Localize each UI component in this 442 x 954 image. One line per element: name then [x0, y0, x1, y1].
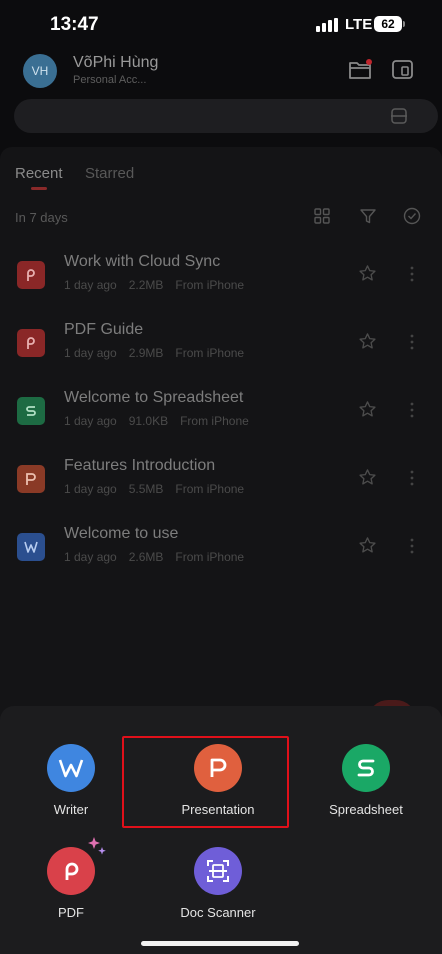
home-indicator: [141, 941, 299, 946]
file-name: Welcome to Spreadsheet: [64, 389, 244, 406]
battery-icon: 62: [374, 16, 402, 32]
file-source: From iPhone: [180, 414, 249, 428]
file-source: From iPhone: [175, 278, 245, 292]
highlight-box: [122, 736, 289, 828]
create-doc-scanner-button[interactable]: Doc Scanner: [153, 847, 283, 920]
file-meta: 1 day ago 91.0KB From iPhone: [64, 414, 261, 428]
file-meta: 1 day ago 2.9MB From iPhone: [64, 346, 256, 360]
presentation-file-icon: [17, 465, 45, 493]
app-label: PDF: [58, 905, 84, 920]
more-icon[interactable]: [404, 264, 420, 284]
writer-file-icon: [17, 533, 45, 561]
file-row[interactable]: Welcome to Spreadsheet 1 day ago 91.0KB Fr…: [0, 388, 442, 456]
network-label: LTE: [345, 16, 373, 33]
file-row[interactable]: PDF Guide 1 day ago 2.9MB From iPhone: [0, 320, 442, 388]
spreadsheet-file-icon: [17, 397, 45, 425]
file-name: Features Introduction: [64, 457, 216, 474]
file-size: 5.5MB: [128, 482, 164, 496]
file-size: 2.6MB: [128, 550, 164, 564]
file-age: 1 day ago: [64, 482, 117, 496]
search-bar[interactable]: [14, 99, 438, 133]
status-bar: 13:47 LTE 62: [0, 0, 442, 48]
file-size: 2.2MB: [128, 278, 164, 292]
star-icon[interactable]: [358, 332, 377, 351]
create-writer-button[interactable]: Writer: [6, 744, 136, 817]
app-label: Doc Scanner: [180, 905, 256, 920]
device-icon[interactable]: [390, 58, 416, 82]
tab-recent[interactable]: Recent: [15, 165, 63, 182]
file-size: 91.0KB: [128, 414, 169, 428]
app-label: Spreadsheet: [329, 802, 403, 817]
file-name: Welcome to use: [64, 525, 179, 542]
battery-tip: [403, 21, 405, 27]
sparkle-icon: [88, 837, 106, 855]
account-type: Personal Acc...: [73, 74, 147, 86]
more-icon[interactable]: [404, 536, 420, 556]
file-age: 1 day ago: [64, 346, 117, 360]
folder-icon[interactable]: [348, 58, 374, 82]
signal-icon: [316, 18, 338, 32]
file-age: 1 day ago: [64, 550, 117, 564]
file-source: From iPhone: [175, 550, 245, 564]
create-pdf-button[interactable]: PDF: [6, 847, 136, 920]
file-meta: 1 day ago 2.6MB From iPhone: [64, 550, 256, 564]
file-source: From iPhone: [175, 346, 245, 360]
file-age: 1 day ago: [64, 414, 117, 428]
spreadsheet-icon: [342, 744, 390, 792]
file-meta: 1 day ago 2.2MB From iPhone: [64, 278, 256, 292]
more-icon[interactable]: [404, 400, 420, 420]
create-spreadsheet-button[interactable]: Spreadsheet: [301, 744, 431, 817]
avatar[interactable]: VH: [23, 54, 57, 88]
writer-icon: [47, 744, 95, 792]
star-icon[interactable]: [358, 264, 377, 283]
select-icon[interactable]: [403, 207, 421, 225]
tab-indicator: [31, 187, 47, 190]
file-name: PDF Guide: [64, 321, 144, 338]
star-icon[interactable]: [358, 536, 377, 555]
filter-icon[interactable]: [359, 207, 377, 225]
file-row[interactable]: Features Introduction 1 day ago 5.5MB From…: [0, 456, 442, 524]
pdf-file-icon: [17, 261, 45, 289]
more-icon[interactable]: [404, 468, 420, 488]
doc-scanner-icon: [194, 847, 242, 895]
file-source: From iPhone: [175, 482, 245, 496]
star-icon[interactable]: [358, 468, 377, 487]
file-row[interactable]: Work with Cloud Sync 1 day ago 2.2MB From …: [0, 252, 442, 320]
file-size: 2.9MB: [128, 346, 164, 360]
file-age: 1 day ago: [64, 278, 117, 292]
status-time: 13:47: [50, 14, 99, 35]
user-name[interactable]: VõPhi Hùng: [73, 54, 158, 72]
scan-icon[interactable]: [390, 107, 408, 125]
file-row[interactable]: Welcome to use 1 day ago 2.6MB From iPhone: [0, 524, 442, 592]
grid-view-icon[interactable]: [313, 207, 331, 225]
file-name: Work with Cloud Sync: [64, 253, 221, 270]
tab-starred[interactable]: Starred: [85, 165, 134, 182]
more-icon[interactable]: [404, 332, 420, 352]
pdf-file-icon: [17, 329, 45, 357]
section-label: In 7 days: [15, 210, 68, 225]
app-label: Writer: [53, 802, 89, 817]
star-icon[interactable]: [358, 400, 377, 419]
file-meta: 1 day ago 5.5MB From iPhone: [64, 482, 256, 496]
